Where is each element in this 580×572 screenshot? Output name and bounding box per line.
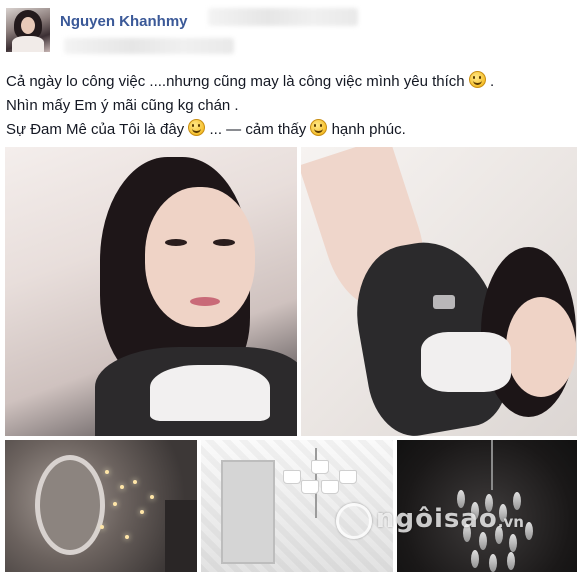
photo-lips — [190, 297, 220, 306]
photo-oval-mirror — [35, 455, 105, 555]
watermark-text: ngôisao — [376, 504, 498, 534]
photo-fairy-light — [140, 510, 144, 514]
photo-crystal — [489, 554, 497, 572]
blurred-metadata — [208, 8, 358, 26]
photo-face — [506, 297, 576, 397]
blurred-timestamp — [64, 38, 234, 54]
facebook-post: Nguyen Khanhmy Cả ngày lo công việc ....… — [0, 0, 580, 572]
author-avatar[interactable] — [6, 8, 50, 52]
status-line-3-text-a: Sự Đam Mê của Tôi là đây — [6, 121, 185, 138]
photo-chandelier-chain — [491, 440, 493, 490]
photo-crystal — [507, 552, 515, 570]
avatar-clothing — [12, 36, 44, 52]
photo-eye-right — [213, 239, 235, 246]
photo-fairy-light — [113, 502, 117, 506]
author-name-link[interactable]: Nguyen Khanhmy — [60, 13, 188, 30]
watermark-suffix: .vn — [497, 513, 524, 531]
photo-crystal — [479, 532, 487, 550]
photo-bookshelf — [165, 500, 197, 572]
photo-lamp-shade — [301, 480, 319, 494]
photo-lying-on-floor[interactable] — [301, 147, 577, 436]
status-line-1-text: Cả ngày lo công việc ....nhưng cũng may … — [6, 73, 465, 90]
photo-lamp-shade — [283, 470, 301, 484]
status-line-2: Nhìn mấy Em ý mãi cũng kg chán . — [6, 94, 576, 118]
photo-selfie-closeup[interactable] — [5, 147, 297, 436]
happy-emoticon-icon — [310, 119, 328, 136]
photo-crystal — [471, 550, 479, 568]
photo-fairy-light — [105, 470, 109, 474]
photo-white-top — [150, 365, 270, 421]
status-line-1: Cả ngày lo công việc ....nhưng cũng may … — [6, 70, 576, 94]
photo-fairy-light — [125, 535, 129, 539]
photo-eye-left — [165, 239, 187, 246]
status-line-3: Sự Đam Mê của Tôi là đây ... — cảm thấy … — [6, 118, 576, 142]
photo-crystal — [509, 534, 517, 552]
photo-fairy-light — [133, 480, 137, 484]
photo-fairy-light — [120, 485, 124, 489]
grin-emoticon-icon — [188, 119, 206, 136]
status-line-3-text-b: ... — cảm thấy — [209, 121, 307, 138]
smile-emoticon-icon — [468, 71, 486, 88]
photo-lamp-shade — [339, 470, 357, 484]
photo-face — [145, 187, 255, 327]
watermark: ngôisao.vn — [340, 504, 524, 534]
status-line-2-text: Nhìn mấy Em ý mãi cũng kg chán . — [6, 97, 239, 114]
status-line-1-suffix: . — [489, 73, 495, 90]
photo-fairy-light — [100, 525, 104, 529]
photo-lamp-shade — [321, 480, 339, 494]
status-line-3-text-c: hạnh phúc. — [331, 121, 406, 138]
status-text: Cả ngày lo công việc ....nhưng cũng may … — [6, 70, 576, 142]
photo-wall-mirror — [221, 460, 275, 564]
avatar-face — [21, 17, 35, 34]
photo-fairy-light — [150, 495, 154, 499]
photo-crystal — [525, 522, 533, 540]
photo-watch — [433, 295, 455, 309]
photo-vanity-mirror-lights[interactable] — [5, 440, 197, 572]
photo-white-top — [421, 332, 511, 392]
photo-lamp-shade — [311, 460, 329, 474]
